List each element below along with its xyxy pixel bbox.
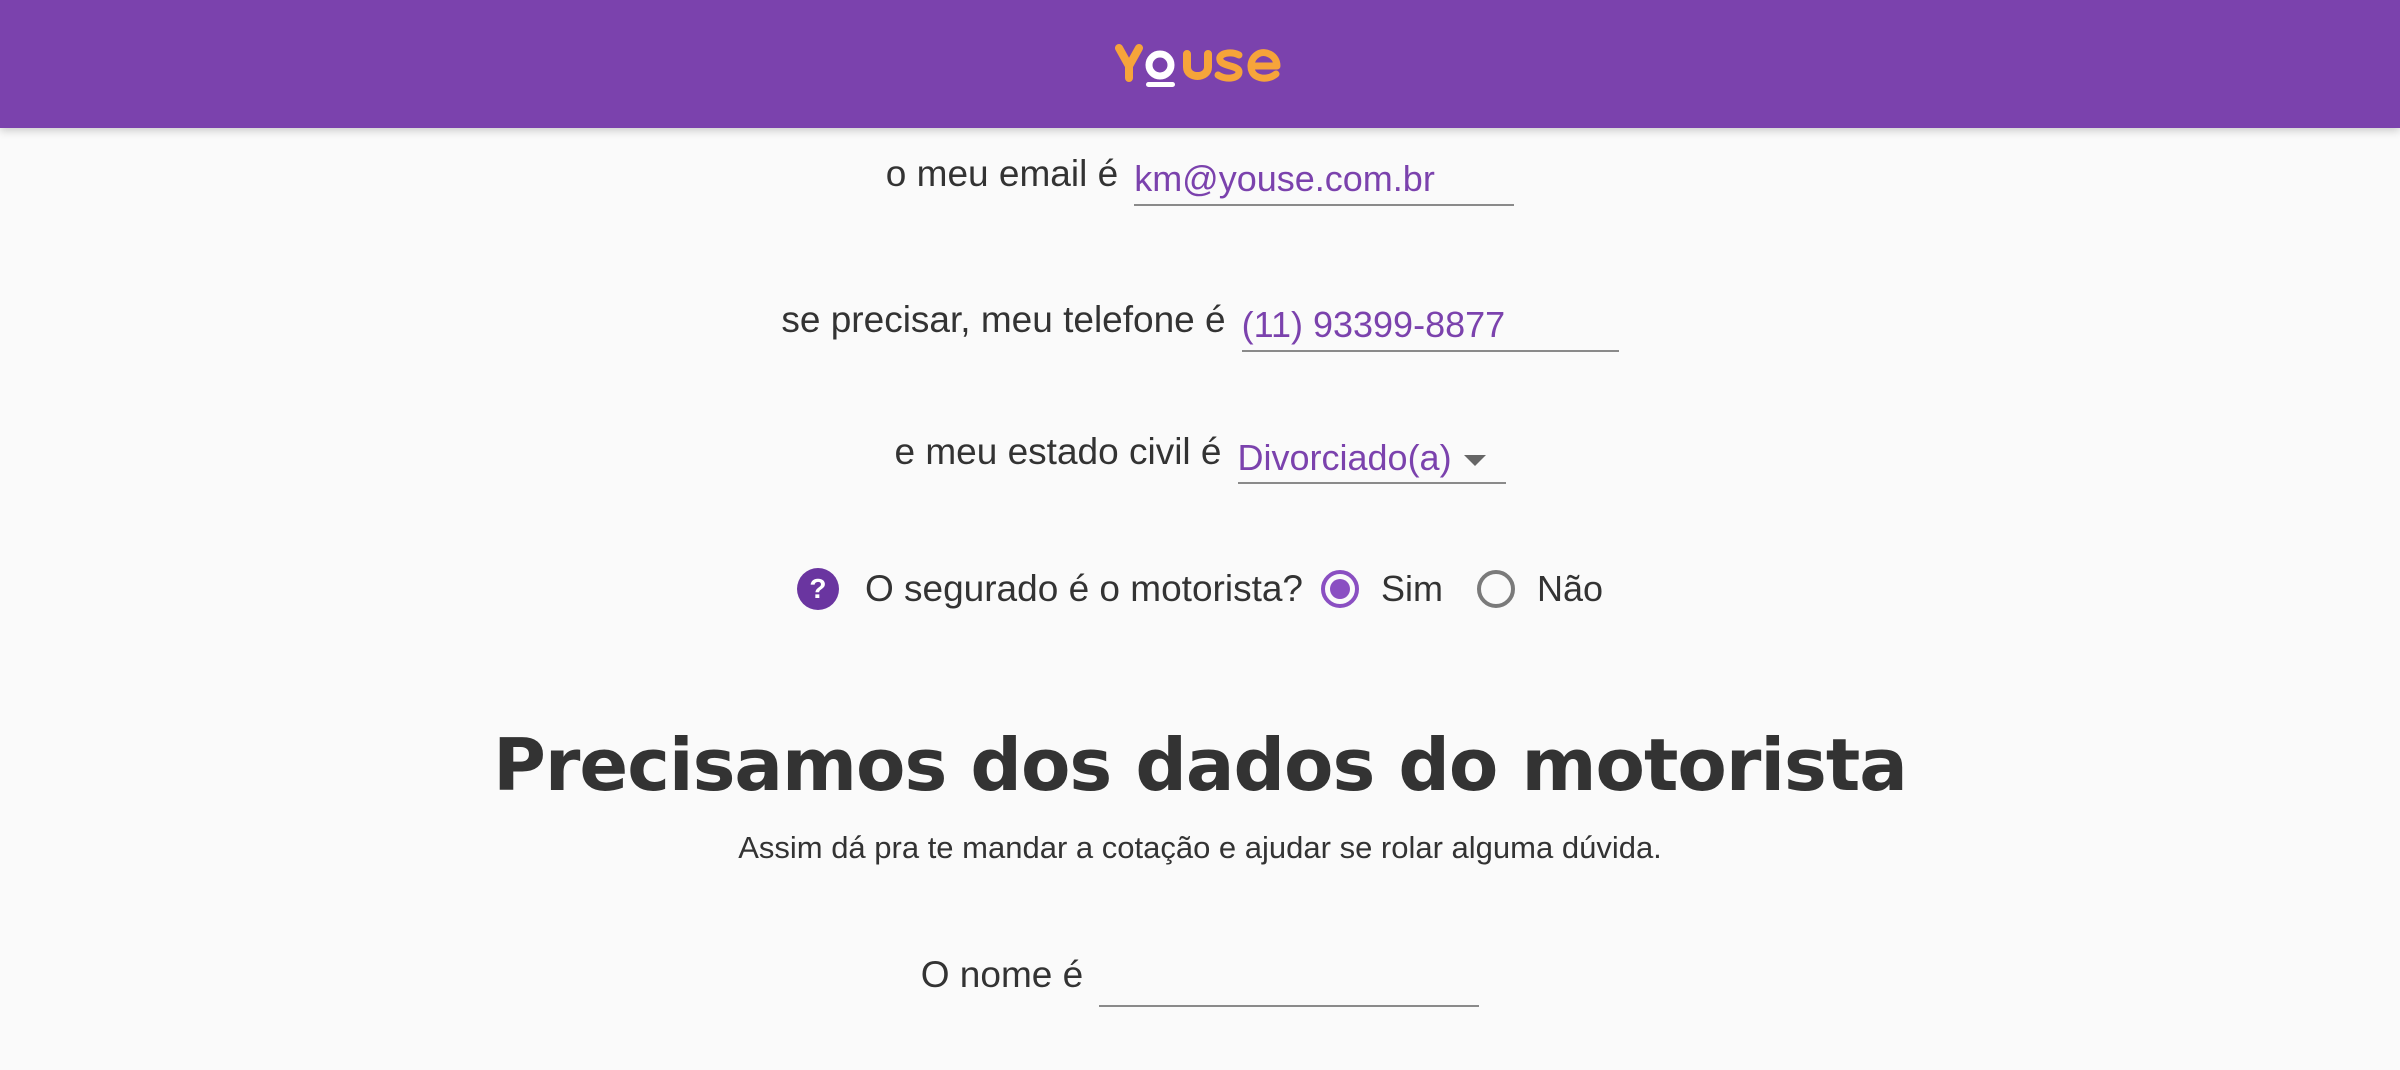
question-icon[interactable]: ? xyxy=(796,568,839,610)
phone-row: se precisar, meu telefone é xyxy=(0,301,2400,352)
radio-selected-dot xyxy=(1330,579,1351,599)
phone-field-wrapper xyxy=(1241,302,1619,352)
radio-button-yes[interactable] xyxy=(1321,570,1360,608)
marital-status-select[interactable]: Divorciado(a) xyxy=(1237,434,1506,484)
email-field[interactable] xyxy=(1134,156,1515,202)
radio-label-yes: Sim xyxy=(1381,568,1444,609)
youse-logo[interactable] xyxy=(1115,38,1285,90)
driver-name-field-wrapper xyxy=(1099,957,1480,1007)
radio-button-no[interactable] xyxy=(1477,570,1516,608)
radio-option-yes[interactable]: Sim xyxy=(1321,568,1443,610)
radio-label-no: Não xyxy=(1537,568,1604,609)
email-field-wrapper xyxy=(1134,156,1515,206)
phone-label: se precisar, meu telefone é xyxy=(781,299,1226,340)
insured-is-driver-row: ? O segurado é o motorista? Sim Não xyxy=(0,561,2400,617)
insured-is-driver-question: O segurado é o motorista? xyxy=(864,568,1304,609)
top-header xyxy=(0,0,2400,128)
driver-section-subtitle: Assim dá pra te mandar a cotação e ajuda… xyxy=(738,830,1662,865)
phone-field[interactable] xyxy=(1241,302,1619,348)
driver-section-title: Precisamos dos dados do motorista xyxy=(493,723,1908,807)
marital-status-row: e meu estado civil é Divorciado(a) xyxy=(0,433,2400,484)
email-label: o meu email é xyxy=(885,153,1119,194)
driver-name-field[interactable] xyxy=(1099,957,1480,1003)
marital-status-label: e meu estado civil é xyxy=(894,431,1222,472)
chevron-down-icon xyxy=(1463,454,1486,466)
driver-name-label: O nome é xyxy=(920,954,1084,995)
marital-status-value: Divorciado(a) xyxy=(1237,437,1452,478)
radio-option-no[interactable]: Não xyxy=(1477,568,1603,610)
email-row: o meu email é xyxy=(0,155,2400,206)
driver-name-row: O nome é xyxy=(0,956,2400,1007)
